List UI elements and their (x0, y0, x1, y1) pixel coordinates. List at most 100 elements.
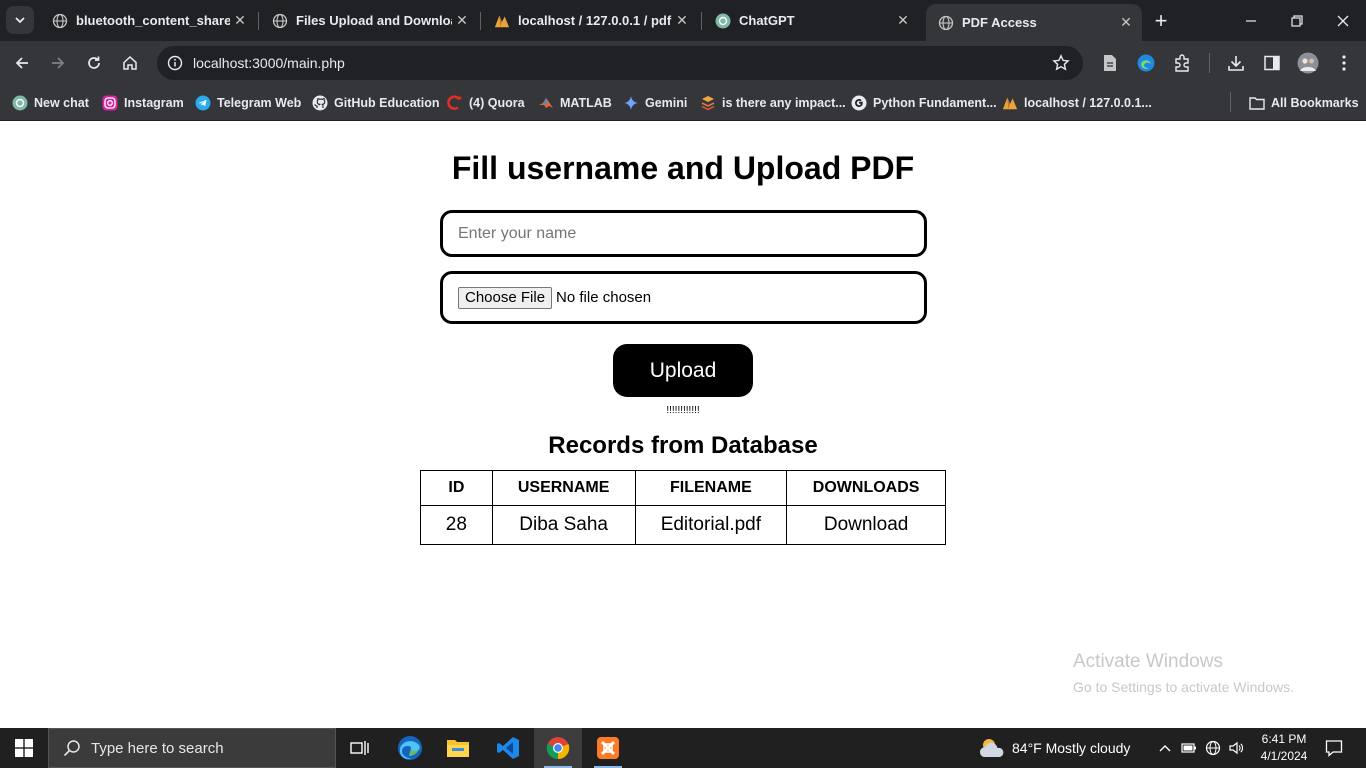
tab-pdf-access[interactable]: PDF Access ✕ (926, 4, 1142, 41)
bookmark-phpmyadmin[interactable]: localhost / 127.0.0.1... (1002, 91, 1152, 115)
folder-icon (447, 740, 469, 757)
activate-windows-watermark: Activate Windows Go to Settings to activ… (1073, 651, 1294, 695)
google-icon (851, 95, 867, 111)
download-link[interactable]: Download (786, 505, 946, 545)
globe-icon (938, 15, 954, 31)
close-icon[interactable]: ✕ (893, 11, 913, 31)
bookmark-new-chat[interactable]: New chat (12, 91, 89, 115)
weather-widget[interactable]: 84°F Mostly cloudy (978, 728, 1130, 768)
quora-icon (447, 95, 463, 111)
network-globe-icon[interactable] (1203, 738, 1223, 758)
notification-center-button[interactable] (1322, 736, 1346, 760)
windows-taskbar: Type here to search 84°F Mostly cloudy 6… (0, 728, 1366, 768)
weather-text: 84°F Mostly cloudy (1012, 740, 1131, 756)
minimize-icon (1246, 19, 1256, 22)
restore-button[interactable] (1274, 0, 1320, 41)
page-title: Fill username and Upload PDF (451, 150, 915, 186)
close-icon[interactable]: ✕ (452, 11, 472, 31)
taskbar-chrome[interactable] (534, 728, 582, 768)
edge-extension-icon[interactable] (1134, 51, 1158, 75)
folder-icon (1249, 95, 1265, 111)
taskbar-edge[interactable] (386, 728, 434, 768)
phpmyadmin-icon (1002, 95, 1018, 111)
gemini-icon (623, 95, 639, 111)
username-input[interactable] (443, 213, 924, 254)
column-header-id: ID (420, 470, 493, 506)
bookmark-telegram[interactable]: Telegram Web (195, 91, 301, 115)
phpmyadmin-icon (494, 13, 510, 29)
start-button[interactable] (0, 728, 48, 768)
bookmark-star-icon[interactable] (1051, 53, 1071, 73)
instagram-icon (102, 95, 118, 111)
column-header-username: USERNAME (491, 470, 636, 506)
chatgpt-icon (715, 13, 731, 29)
file-status-text: No file chosen (556, 289, 652, 306)
taskbar-file-explorer[interactable] (434, 728, 482, 768)
new-tab-button[interactable]: + (1148, 8, 1174, 34)
home-icon (123, 55, 137, 70)
bookmark-is-there-any-impact[interactable]: is there any impact... (700, 91, 846, 115)
tab-search-button[interactable] (6, 6, 34, 34)
upload-button[interactable]: Upload (613, 344, 753, 397)
tab-files-upload-download[interactable]: Files Upload and Download ✕ (260, 0, 478, 41)
tab-title: bluetooth_content_share.html (76, 13, 230, 28)
bookmarks-bar: New chat Instagram Telegram Web GitHub E… (0, 85, 1366, 121)
tab-bluetooth-content-share[interactable]: bluetooth_content_share.html ✕ (40, 0, 256, 41)
bookmark-python-fundamentals[interactable]: Python Fundament... (851, 91, 997, 115)
tab-phpmyadmin[interactable]: localhost / 127.0.0.1 / pdf / pdf_up ✕ (482, 0, 698, 41)
watermark-title: Activate Windows (1073, 651, 1223, 672)
vscode-icon (497, 737, 519, 759)
show-hidden-icons-button[interactable] (1155, 738, 1175, 758)
home-button[interactable] (116, 49, 144, 77)
reading-list-icon[interactable] (1098, 51, 1122, 75)
toolbar-separator (1209, 53, 1210, 73)
battery-icon[interactable] (1179, 738, 1199, 758)
notification-icon (1325, 740, 1343, 757)
address-bar[interactable]: localhost:3000/main.php (157, 46, 1083, 80)
bookmark-quora[interactable]: (4) Quora (447, 91, 525, 115)
cell-id: 28 (420, 505, 493, 545)
forward-button[interactable] (44, 49, 72, 77)
records-title: Records from Database (548, 432, 818, 459)
profile-avatar[interactable] (1296, 51, 1320, 75)
close-icon[interactable]: ✕ (230, 11, 250, 31)
back-button[interactable] (8, 49, 36, 77)
close-icon[interactable]: ✕ (672, 11, 692, 31)
chevron-up-icon (1159, 745, 1171, 752)
clock-date: 4/1/2024 (1260, 749, 1308, 763)
restore-icon (1291, 14, 1303, 27)
taskbar-search-box[interactable]: Type here to search (48, 728, 336, 768)
bookmark-gemini[interactable]: Gemini (623, 91, 687, 115)
close-icon[interactable]: ✕ (1116, 13, 1136, 33)
bookmark-matlab[interactable]: MATLAB (538, 91, 612, 115)
column-header-filename: FILENAME (634, 470, 788, 506)
watermark-subtitle: Go to Settings to activate Windows. (1073, 679, 1294, 695)
taskbar-vscode[interactable] (484, 728, 532, 768)
all-bookmarks-button[interactable]: All Bookmarks (1249, 91, 1359, 115)
edge-icon (398, 736, 422, 760)
arrow-left-icon (15, 57, 28, 69)
table-header-row: ID USERNAME FILENAME DOWNLOADS (420, 470, 946, 506)
volume-icon[interactable] (1226, 738, 1246, 758)
site-info-icon[interactable] (165, 53, 185, 73)
bookmark-label: New chat (34, 96, 89, 110)
reload-button[interactable] (80, 49, 108, 77)
chatgpt-icon (12, 95, 28, 111)
cell-filename: Editorial.pdf (634, 505, 788, 545)
task-view-button[interactable] (336, 728, 384, 768)
taskbar-xampp[interactable] (584, 728, 632, 768)
choose-file-button[interactable]: Choose File (458, 286, 553, 309)
tab-chatgpt[interactable]: ChatGPT ✕ (703, 0, 919, 41)
bookmark-instagram[interactable]: Instagram (102, 91, 184, 115)
more-menu-icon[interactable] (1332, 51, 1356, 75)
system-clock[interactable]: 6:41 PM 4/1/2024 (1252, 731, 1316, 765)
chevron-down-icon (15, 17, 25, 24)
minimize-button[interactable] (1228, 0, 1274, 41)
download-icon[interactable] (1224, 51, 1248, 75)
close-window-button[interactable] (1320, 0, 1366, 41)
side-panel-icon[interactable] (1260, 51, 1284, 75)
windows-logo-icon (15, 739, 33, 757)
bookmark-github-education[interactable]: GitHub Education (312, 91, 440, 115)
stack-icon (700, 95, 716, 111)
extensions-icon[interactable] (1170, 51, 1194, 75)
